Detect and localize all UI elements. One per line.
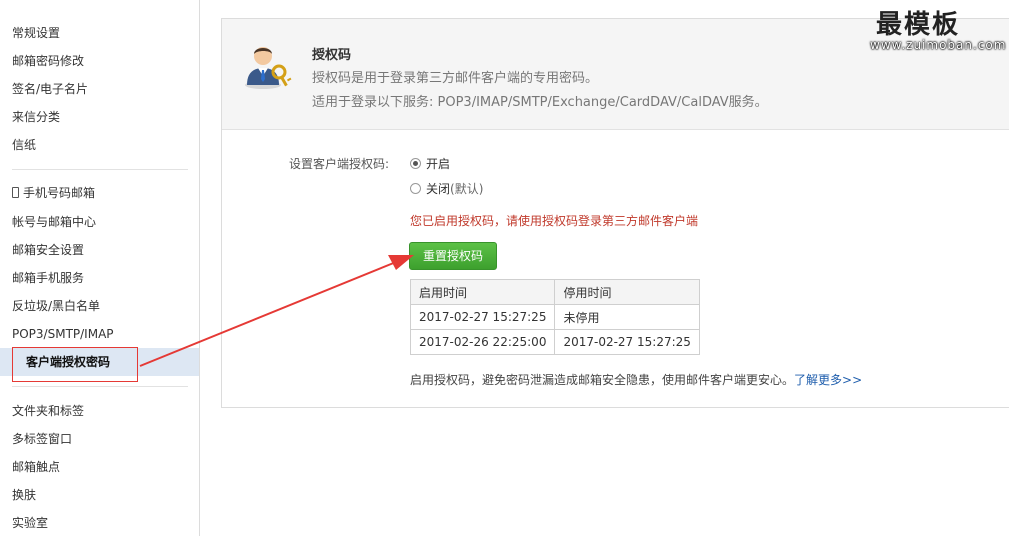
sidebar-item-mail-touchpoints[interactable]: 邮箱触点 <box>12 455 60 479</box>
watermark-title: 最模板 <box>876 10 961 40</box>
settings-sidebar: 常规设置 邮箱密码修改 签名/电子名片 来信分类 信纸 手机号码邮箱 帐号与邮箱… <box>0 0 200 536</box>
radio-option-enable[interactable]: 开启 <box>410 155 450 173</box>
sidebar-item-pop3-smtp-imap[interactable]: POP3/SMTP/IMAP <box>12 322 114 346</box>
radio-default-suffix: (默认) <box>450 182 484 196</box>
footer-note-text: 启用授权码，避免密码泄漏造成邮箱安全隐患，使用邮件客户端更安心。 <box>410 373 795 387</box>
sidebar-item-folders-labels[interactable]: 文件夹和标签 <box>12 399 84 423</box>
sidebar-item-signature[interactable]: 签名/电子名片 <box>12 77 88 101</box>
table-header-row: 启用时间 停用时间 <box>409 279 700 305</box>
sidebar-item-label: 手机号码邮箱 <box>23 186 96 200</box>
watermark-url: www.zuimoban.com <box>870 38 1007 52</box>
auth-history-table: 启用时间 停用时间 2017-02-27 15:27:25 未停用 2017-0… <box>409 279 700 355</box>
panel-title: 授权码 <box>312 48 352 63</box>
table-cell: 2017-02-27 15:27:25 <box>554 329 700 355</box>
sidebar-item-skin[interactable]: 换肤 <box>12 483 36 507</box>
annotation-highlight-box <box>12 347 138 382</box>
radio-unchecked-icon[interactable] <box>410 183 421 194</box>
reset-auth-code-button[interactable]: 重置授权码 <box>409 242 497 270</box>
mobile-phone-icon <box>12 187 19 198</box>
sidebar-item-mobile-service[interactable]: 邮箱手机服务 <box>12 266 84 290</box>
auth-code-panel: 授权码 授权码是用于登录第三方邮件客户端的专用密码。 适用于登录以下服务: PO… <box>221 18 1009 408</box>
table-cell: 2017-02-26 22:25:00 <box>409 329 556 355</box>
user-key-icon <box>245 47 292 89</box>
sidebar-item-general-settings[interactable]: 常规设置 <box>12 21 60 45</box>
sidebar-item-password-change[interactable]: 邮箱密码修改 <box>12 49 84 73</box>
radio-label: 开启 <box>426 157 451 171</box>
sidebar-divider <box>12 386 188 387</box>
footer-note: 启用授权码，避免密码泄漏造成邮箱安全隐患，使用邮件客户端更安心。了解更多>> <box>410 371 862 388</box>
table-row: 2017-02-27 15:27:25 未停用 <box>409 304 700 330</box>
sidebar-item-mobile-mailbox[interactable]: 手机号码邮箱 <box>12 181 95 205</box>
auth-setting-label: 设置客户端授权码: <box>289 157 390 171</box>
panel-description: 授权码是用于登录第三方邮件客户端的专用密码。 <box>312 71 599 86</box>
radio-label: 关闭 <box>426 182 451 196</box>
watermark: 最模板 www.zuimoban.com <box>870 4 1006 60</box>
sidebar-item-mail-filter[interactable]: 来信分类 <box>12 105 60 129</box>
sidebar-item-account-center[interactable]: 帐号与邮箱中心 <box>12 210 96 234</box>
sidebar-divider <box>12 169 188 170</box>
sidebar-item-stationery[interactable]: 信纸 <box>12 133 36 157</box>
table-cell: 未停用 <box>554 304 700 330</box>
enabled-notice: 您已启用授权码，请使用授权码登录第三方邮件客户端 <box>410 214 699 228</box>
column-header-disabled-time: 停用时间 <box>554 279 700 305</box>
sidebar-item-security-settings[interactable]: 邮箱安全设置 <box>12 238 84 262</box>
radio-option-disable[interactable]: 关闭(默认) <box>410 180 483 198</box>
table-row: 2017-02-26 22:25:00 2017-02-27 15:27:25 <box>409 329 700 355</box>
learn-more-link[interactable]: 了解更多>> <box>794 373 862 387</box>
table-cell: 2017-02-27 15:27:25 <box>409 304 556 330</box>
sidebar-item-lab[interactable]: 实验室 <box>12 511 48 535</box>
sidebar-item-spam-lists[interactable]: 反垃圾/黑白名单 <box>12 294 100 318</box>
panel-services: 适用于登录以下服务: POP3/IMAP/SMTP/Exchange/CardD… <box>312 95 768 110</box>
column-header-enabled-time: 启用时间 <box>409 279 556 305</box>
radio-checked-icon[interactable] <box>410 158 421 169</box>
sidebar-item-multi-tab[interactable]: 多标签窗口 <box>12 427 72 451</box>
